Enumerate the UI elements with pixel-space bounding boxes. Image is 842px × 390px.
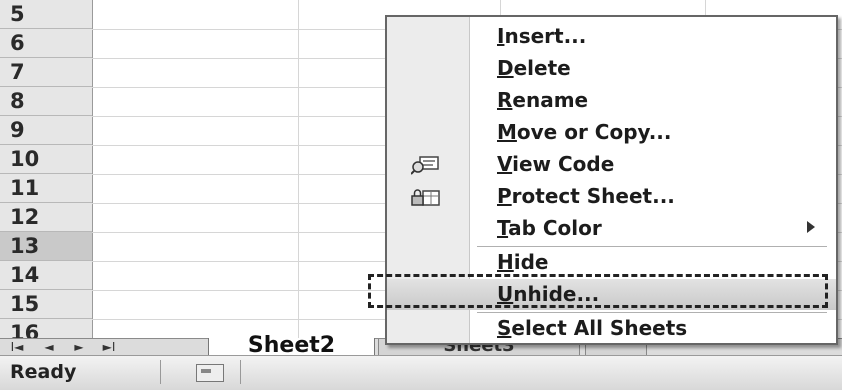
submenu-arrow-icon: [807, 221, 815, 233]
menu-item-view-code[interactable]: View Code: [387, 149, 836, 180]
menu-item-insert[interactable]: Insert...: [387, 21, 836, 52]
menu-item-protect-sheet[interactable]: Protect Sheet...: [387, 181, 836, 212]
menu-item-rename[interactable]: Rename: [387, 85, 836, 116]
menu-item-label: Hide: [497, 250, 549, 274]
record-macro-icon[interactable]: [196, 364, 224, 382]
row-number[interactable]: 15: [0, 290, 92, 319]
menu-item-label: Rename: [497, 88, 589, 112]
status-separator: [160, 360, 161, 384]
menu-item-label: Protect Sheet...: [497, 184, 675, 208]
menu-item-label: Select All Sheets: [497, 316, 688, 340]
row-number-selected[interactable]: 13: [0, 232, 92, 261]
row-number[interactable]: 11: [0, 174, 92, 203]
row-number[interactable]: 9: [0, 116, 92, 145]
protect-sheet-icon: [411, 189, 440, 206]
status-separator: [240, 360, 241, 384]
column-line: [298, 0, 299, 338]
menu-item-label: View Code: [497, 152, 615, 176]
status-bar: Ready: [0, 355, 842, 390]
menu-item-label: Unhide...: [497, 282, 600, 306]
menu-item-label: Move or Copy...: [497, 120, 672, 144]
status-text: Ready: [10, 361, 77, 383]
next-sheet-button[interactable]: ►: [66, 339, 92, 355]
menu-item-tab-color[interactable]: Tab Color: [387, 213, 836, 244]
view-code-icon: [411, 156, 439, 175]
sheet-tab-context-menu: Insert... Delete Rename Move or Copy... …: [385, 15, 838, 345]
sheet-tab-active[interactable]: Sheet2: [208, 335, 375, 357]
row-number[interactable]: 14: [0, 261, 92, 290]
menu-item-hide[interactable]: Hide: [387, 247, 836, 278]
previous-sheet-button[interactable]: ◄: [36, 339, 62, 355]
row-number[interactable]: 12: [0, 203, 92, 232]
first-sheet-button[interactable]: I◄: [4, 339, 30, 355]
row-number[interactable]: 8: [0, 87, 92, 116]
menu-item-label: Delete: [497, 56, 571, 80]
row-number[interactable]: 6: [0, 29, 92, 58]
menu-item-delete[interactable]: Delete: [387, 53, 836, 84]
last-sheet-button[interactable]: ►I: [96, 339, 122, 355]
menu-item-unhide[interactable]: Unhide...: [387, 279, 836, 310]
row-number[interactable]: 5: [0, 0, 92, 29]
row-header-column: 5 6 7 8 9 10 11 12 13 14 15 16: [0, 0, 93, 348]
menu-item-move-or-copy[interactable]: Move or Copy...: [387, 117, 836, 148]
menu-item-label: Tab Color: [497, 216, 602, 240]
menu-item-select-all-sheets[interactable]: Select All Sheets: [387, 313, 836, 344]
menu-item-label: Insert...: [497, 24, 587, 48]
row-number[interactable]: 7: [0, 58, 92, 87]
row-number[interactable]: 10: [0, 145, 92, 174]
